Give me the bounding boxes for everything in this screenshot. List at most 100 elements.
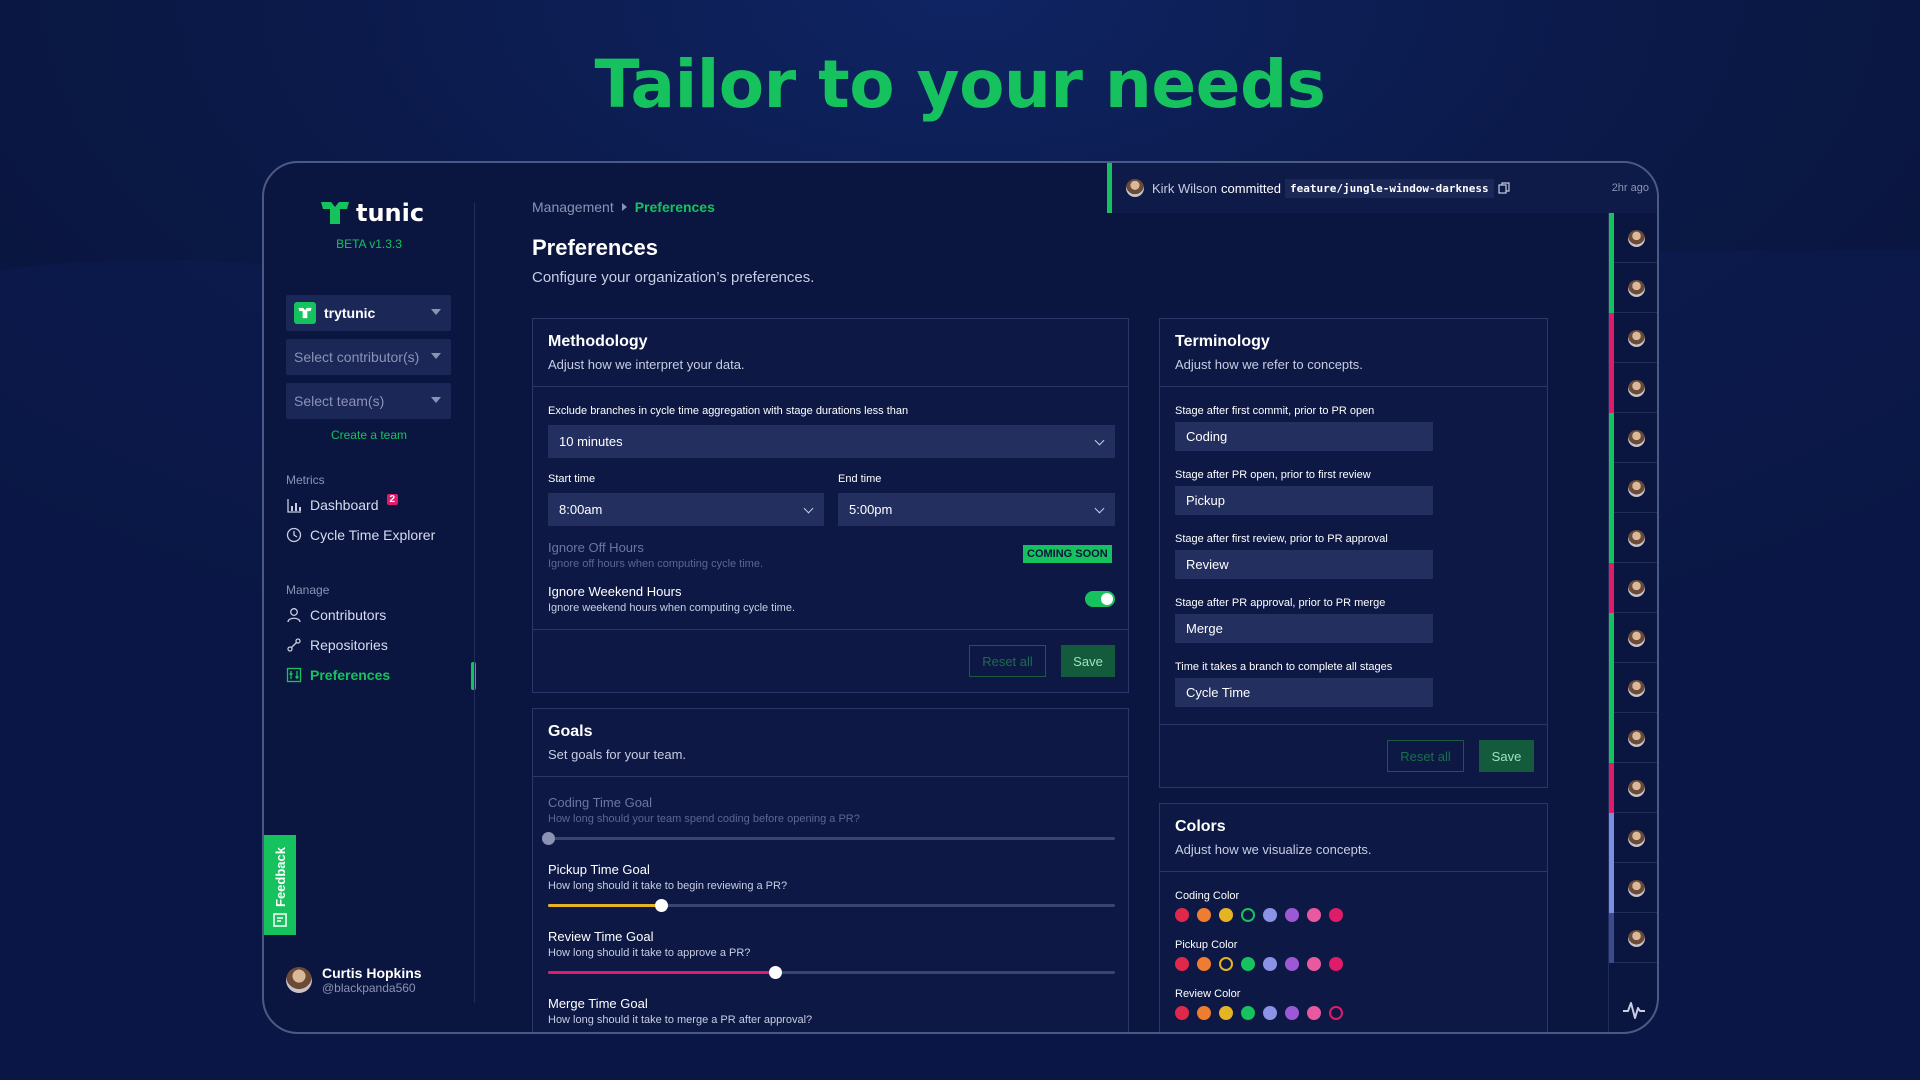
- activity-status-stripe: [1609, 863, 1614, 913]
- color-swatch[interactable]: [1219, 908, 1233, 922]
- color-swatch[interactable]: [1329, 957, 1343, 971]
- reset-all-button[interactable]: Reset all: [1387, 740, 1464, 772]
- color-swatch[interactable]: [1241, 1006, 1255, 1020]
- activity-status-stripe: [1609, 413, 1614, 463]
- activity-item[interactable]: [1609, 313, 1657, 363]
- avatar: [1628, 330, 1645, 347]
- activity-item[interactable]: [1609, 413, 1657, 463]
- term-field-input[interactable]: Merge: [1175, 614, 1433, 643]
- activity-item[interactable]: [1609, 263, 1657, 313]
- activity-status-stripe: [1609, 663, 1614, 713]
- feedback-button[interactable]: Feedback: [264, 835, 296, 935]
- sidebar-item-repositories[interactable]: Repositories: [286, 637, 388, 653]
- user-profile[interactable]: Curtis Hopkins @blackpanda560: [286, 965, 422, 995]
- term-field-input[interactable]: Pickup: [1175, 486, 1433, 515]
- color-swatch[interactable]: [1197, 1006, 1211, 1020]
- activity-item[interactable]: [1609, 813, 1657, 863]
- activity-status-stripe: [1609, 813, 1614, 863]
- slider-handle[interactable]: [655, 899, 669, 912]
- color-swatch[interactable]: [1175, 908, 1189, 922]
- goal-title: Pickup Time Goal: [548, 862, 650, 877]
- activity-item[interactable]: [1609, 713, 1657, 763]
- activity-item[interactable]: [1609, 563, 1657, 613]
- color-swatch[interactable]: [1285, 908, 1299, 922]
- start-time-select[interactable]: 8:00am: [548, 493, 824, 526]
- ignore-weekend-toggle[interactable]: [1085, 591, 1115, 607]
- exclude-duration-select[interactable]: 10 minutes: [548, 425, 1115, 458]
- color-swatch[interactable]: [1197, 957, 1211, 971]
- reset-all-button[interactable]: Reset all: [969, 645, 1046, 677]
- activity-item[interactable]: [1609, 213, 1657, 263]
- create-team-link[interactable]: Create a team: [264, 428, 474, 442]
- sidebar-item-dashboard[interactable]: Dashboard 2: [286, 493, 399, 513]
- notification-badge: 2: [386, 493, 399, 505]
- activity-item[interactable]: [1609, 763, 1657, 813]
- sidebar-item-preferences[interactable]: Preferences: [286, 667, 390, 683]
- goal-slider[interactable]: [548, 966, 1115, 979]
- term-field-label: Time it takes a branch to complete all s…: [1175, 661, 1393, 673]
- term-field-input[interactable]: Cycle Time: [1175, 678, 1433, 707]
- breadcrumb-parent[interactable]: Management: [532, 199, 614, 215]
- color-swatch[interactable]: [1219, 1006, 1233, 1020]
- copy-icon[interactable]: [1498, 182, 1510, 194]
- page-subtitle: Configure your organization’s preference…: [532, 269, 815, 286]
- color-swatch[interactable]: [1263, 1006, 1277, 1020]
- avatar: [1628, 530, 1645, 547]
- color-swatch[interactable]: [1197, 908, 1211, 922]
- activity-status-stripe: [1609, 313, 1614, 363]
- avatar: [1628, 930, 1645, 947]
- color-swatch[interactable]: [1285, 1006, 1299, 1020]
- goal-slider[interactable]: [548, 899, 1115, 912]
- contributor-select[interactable]: Select contributor(s): [286, 339, 451, 375]
- color-swatch[interactable]: [1329, 908, 1343, 922]
- activity-item[interactable]: [1609, 663, 1657, 713]
- divider: [533, 629, 1128, 630]
- color-group-label: Review Color: [1175, 988, 1241, 1000]
- color-swatch[interactable]: [1175, 957, 1189, 971]
- term-field-input[interactable]: Review: [1175, 550, 1433, 579]
- term-field-input[interactable]: Coding: [1175, 422, 1433, 451]
- slider-handle[interactable]: [542, 1033, 555, 1034]
- color-swatch-selected[interactable]: [1241, 908, 1255, 922]
- color-swatch[interactable]: [1307, 908, 1321, 922]
- activity-item[interactable]: [1609, 363, 1657, 413]
- sidebar-item-label: Repositories: [310, 637, 388, 653]
- sidebar: tunic BETA v1.3.3 trytunic Select contri…: [264, 163, 476, 1032]
- org-select[interactable]: trytunic: [286, 295, 451, 331]
- person-icon: [286, 607, 302, 623]
- activity-item[interactable]: [1609, 863, 1657, 913]
- ignore-weekend-title: Ignore Weekend Hours: [548, 584, 682, 599]
- version-label: BETA v1.3.3: [336, 237, 402, 251]
- color-swatch[interactable]: [1263, 957, 1277, 971]
- activity-item[interactable]: [1609, 613, 1657, 663]
- activity-pulse-icon[interactable]: [1622, 998, 1646, 1022]
- color-swatch[interactable]: [1285, 957, 1299, 971]
- sidebar-item-contributors[interactable]: Contributors: [286, 607, 386, 623]
- avatar: [1628, 730, 1645, 747]
- color-swatch[interactable]: [1175, 1006, 1189, 1020]
- color-swatch[interactable]: [1307, 1006, 1321, 1020]
- logo: tunic: [320, 199, 424, 227]
- team-select[interactable]: Select team(s): [286, 383, 451, 419]
- activity-item[interactable]: [1609, 463, 1657, 513]
- color-swatch-selected[interactable]: [1219, 957, 1233, 971]
- activity-item[interactable]: [1609, 913, 1657, 963]
- preferences-icon: [286, 667, 302, 683]
- latest-commit-banner[interactable]: Kirk Wilson committed feature/jungle-win…: [1107, 163, 1657, 213]
- color-swatch-row: [1175, 908, 1351, 922]
- color-swatch[interactable]: [1241, 957, 1255, 971]
- end-time-select[interactable]: 5:00pm: [838, 493, 1115, 526]
- color-swatch[interactable]: [1263, 908, 1277, 922]
- color-swatch[interactable]: [1307, 957, 1321, 971]
- slider-handle[interactable]: [768, 966, 782, 979]
- avatar: [1628, 280, 1645, 297]
- save-button[interactable]: Save: [1479, 740, 1534, 772]
- save-button[interactable]: Save: [1061, 645, 1115, 677]
- commit-action: committed: [1221, 180, 1281, 196]
- color-swatch-selected[interactable]: [1329, 1006, 1343, 1020]
- sidebar-item-cycle-time-explorer[interactable]: Cycle Time Explorer: [286, 527, 435, 543]
- avatar: [1628, 830, 1645, 847]
- chevron-down-icon: [803, 503, 814, 514]
- activity-item[interactable]: [1609, 513, 1657, 563]
- feedback-icon: [273, 913, 287, 927]
